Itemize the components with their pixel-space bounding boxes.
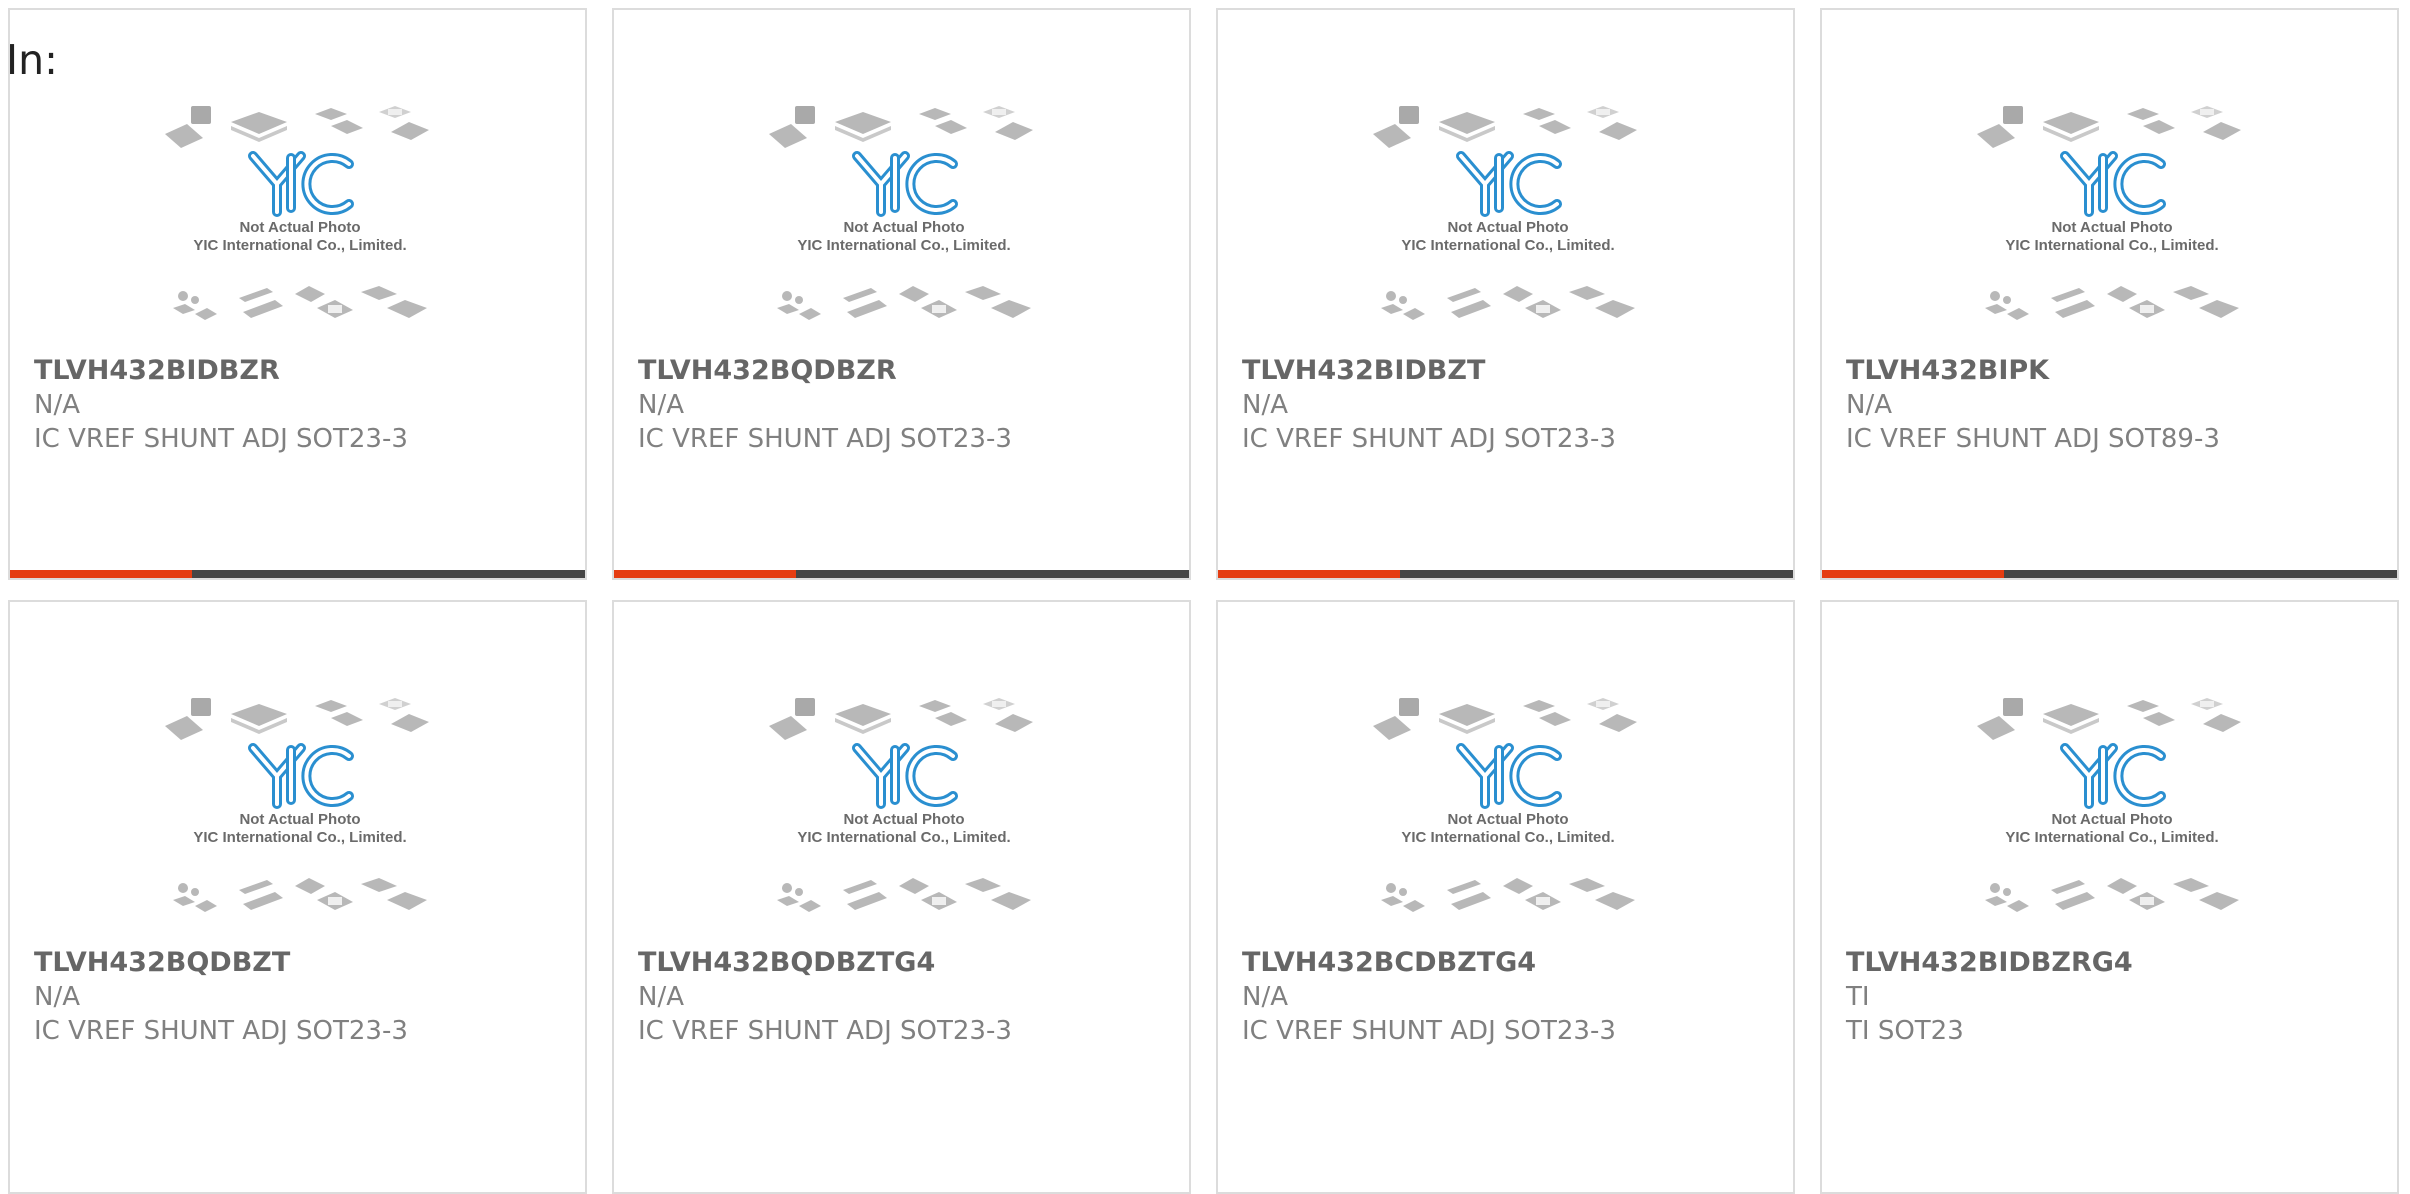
- description: IC VREF SHUNT ADJ SOT23-3: [638, 1016, 1012, 1046]
- card-bottom-bar: [10, 570, 585, 578]
- placeholder-line2: YIC International Co., Limited.: [193, 829, 406, 846]
- description: IC VREF SHUNT ADJ SOT23-3: [34, 1016, 408, 1046]
- filter-label: In:: [6, 36, 58, 84]
- not-actual-photo-placeholder: Not Actual Photo YIC International Co., …: [1373, 106, 1637, 320]
- placeholder-line2: YIC International Co., Limited.: [797, 829, 1010, 846]
- chip-packages-bottom: [777, 286, 1031, 320]
- product-info: TLVH432BIDBZRG4 TI TI SOT23: [1846, 946, 2377, 1048]
- product-info: TLVH432BIPK N/A IC VREF SHUNT ADJ SOT89-…: [1846, 354, 2377, 456]
- placeholder-line1: Not Actual Photo: [1447, 811, 1568, 828]
- yic-logo: [1456, 743, 1562, 809]
- placeholder-line2: YIC International Co., Limited.: [2005, 829, 2218, 846]
- card-bottom-bar: [1822, 570, 2397, 578]
- placeholder-line1: Not Actual Photo: [1447, 219, 1568, 236]
- manufacturer: N/A: [1846, 390, 1892, 420]
- card-accent-bar: [614, 570, 796, 578]
- chip-packages-bottom: [173, 878, 427, 912]
- part-number[interactable]: TLVH432BIDBZT: [1242, 354, 1773, 388]
- chip-packages-bottom: [1985, 878, 2239, 912]
- placeholder-line2: YIC International Co., Limited.: [1401, 237, 1614, 254]
- chip-packages-bottom: [1985, 286, 2239, 320]
- part-number[interactable]: TLVH432BCDBZTG4: [1242, 946, 1773, 980]
- product-card[interactable]: Not Actual Photo YIC International Co., …: [1820, 600, 2399, 1194]
- placeholder-line2: YIC International Co., Limited.: [2005, 237, 2218, 254]
- placeholder-line2: YIC International Co., Limited.: [193, 237, 406, 254]
- chip-packages-top: [769, 106, 1033, 148]
- yic-logo: [248, 151, 354, 217]
- manufacturer: N/A: [34, 982, 80, 1012]
- product-info: TLVH432BIDBZR N/A IC VREF SHUNT ADJ SOT2…: [34, 354, 565, 456]
- product-info: TLVH432BIDBZT N/A IC VREF SHUNT ADJ SOT2…: [1242, 354, 1773, 456]
- chip-packages-top: [1977, 106, 2241, 148]
- placeholder-line1: Not Actual Photo: [239, 219, 360, 236]
- chip-packages-bottom: [1381, 286, 1635, 320]
- placeholder-line1: Not Actual Photo: [2051, 811, 2172, 828]
- not-actual-photo-placeholder: Not Actual Photo YIC International Co., …: [769, 106, 1033, 320]
- not-actual-photo-placeholder: Not Actual Photo YIC International Co., …: [165, 698, 429, 912]
- part-number[interactable]: TLVH432BIDBZR: [34, 354, 565, 388]
- placeholder-line1: Not Actual Photo: [239, 811, 360, 828]
- product-card[interactable]: Not Actual Photo YIC International Co., …: [8, 600, 587, 1194]
- not-actual-photo-placeholder: Not Actual Photo YIC International Co., …: [1373, 698, 1637, 912]
- manufacturer: TI: [1846, 982, 1870, 1012]
- product-card[interactable]: Not Actual Photo YIC International Co., …: [1820, 8, 2399, 580]
- chip-packages-top: [1373, 106, 1637, 148]
- product-info: TLVH432BQDBZR N/A IC VREF SHUNT ADJ SOT2…: [638, 354, 1169, 456]
- description: IC VREF SHUNT ADJ SOT23-3: [1242, 1016, 1616, 1046]
- part-number[interactable]: TLVH432BQDBZTG4: [638, 946, 1169, 980]
- product-card[interactable]: Not Actual Photo YIC International Co., …: [1216, 8, 1795, 580]
- not-actual-photo-placeholder: Not Actual Photo YIC International Co., …: [769, 698, 1033, 912]
- placeholder-line1: Not Actual Photo: [843, 219, 964, 236]
- yic-logo: [852, 151, 958, 217]
- product-card[interactable]: Not Actual Photo YIC International Co., …: [1216, 600, 1795, 1194]
- description: TI SOT23: [1846, 1016, 1964, 1046]
- yic-logo: [1456, 151, 1562, 217]
- product-info: TLVH432BCDBZTG4 N/A IC VREF SHUNT ADJ SO…: [1242, 946, 1773, 1048]
- yic-logo: [2060, 151, 2166, 217]
- part-number[interactable]: TLVH432BIDBZRG4: [1846, 946, 2377, 980]
- chip-packages-top: [769, 698, 1033, 740]
- card-accent-bar: [10, 570, 192, 578]
- chip-packages-top: [1977, 698, 2241, 740]
- chip-packages-bottom: [1381, 878, 1635, 912]
- yic-logo: [2060, 743, 2166, 809]
- yic-logo: [248, 743, 354, 809]
- not-actual-photo-placeholder: Not Actual Photo YIC International Co., …: [1977, 106, 2241, 320]
- manufacturer: N/A: [638, 390, 684, 420]
- card-accent-bar: [1218, 570, 1400, 578]
- placeholder-line2: YIC International Co., Limited.: [797, 237, 1010, 254]
- not-actual-photo-placeholder: Not Actual Photo YIC International Co., …: [165, 106, 429, 320]
- product-card[interactable]: Not Actual Photo YIC International Co., …: [8, 8, 587, 580]
- description: IC VREF SHUNT ADJ SOT23-3: [34, 424, 408, 454]
- description: IC VREF SHUNT ADJ SOT23-3: [1242, 424, 1616, 454]
- not-actual-photo-placeholder: Not Actual Photo YIC International Co., …: [1977, 698, 2241, 912]
- product-grid: Not Actual Photo YIC International Co., …: [8, 8, 2402, 1194]
- chip-packages-top: [165, 106, 429, 148]
- placeholder-line1: Not Actual Photo: [843, 811, 964, 828]
- chip-packages-top: [1373, 698, 1637, 740]
- yic-logo: [852, 743, 958, 809]
- description: IC VREF SHUNT ADJ SOT89-3: [1846, 424, 2220, 454]
- chip-packages-bottom: [777, 878, 1031, 912]
- product-card[interactable]: Not Actual Photo YIC International Co., …: [612, 8, 1191, 580]
- manufacturer: N/A: [1242, 982, 1288, 1012]
- product-info: TLVH432BQDBZTG4 N/A IC VREF SHUNT ADJ SO…: [638, 946, 1169, 1048]
- product-info: TLVH432BQDBZT N/A IC VREF SHUNT ADJ SOT2…: [34, 946, 565, 1048]
- card-bottom-bar: [614, 570, 1189, 578]
- part-number[interactable]: TLVH432BQDBZT: [34, 946, 565, 980]
- manufacturer: N/A: [638, 982, 684, 1012]
- placeholder-line2: YIC International Co., Limited.: [1401, 829, 1614, 846]
- card-accent-bar: [1822, 570, 2004, 578]
- manufacturer: N/A: [34, 390, 80, 420]
- placeholder-line1: Not Actual Photo: [2051, 219, 2172, 236]
- description: IC VREF SHUNT ADJ SOT23-3: [638, 424, 1012, 454]
- part-number[interactable]: TLVH432BIPK: [1846, 354, 2377, 388]
- product-card[interactable]: Not Actual Photo YIC International Co., …: [612, 600, 1191, 1194]
- chip-packages-top: [165, 698, 429, 740]
- chip-packages-bottom: [173, 286, 427, 320]
- card-bottom-bar: [1218, 570, 1793, 578]
- manufacturer: N/A: [1242, 390, 1288, 420]
- part-number[interactable]: TLVH432BQDBZR: [638, 354, 1169, 388]
